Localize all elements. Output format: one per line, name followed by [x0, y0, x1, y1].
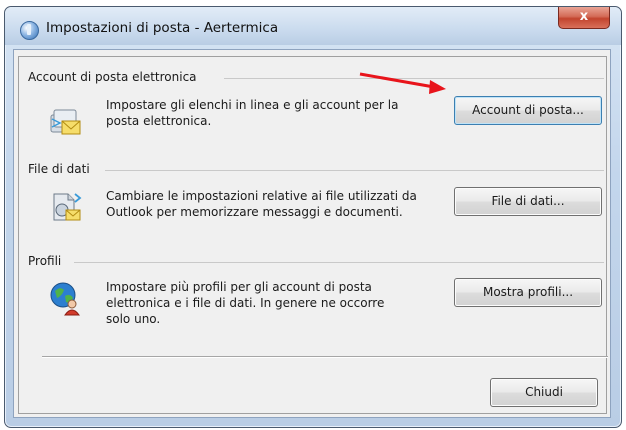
window-title: Impostazioni di posta - Aertermica — [46, 20, 279, 36]
annotation-arrow-head — [429, 80, 446, 94]
email-accounts-button[interactable]: Account di posta... — [454, 96, 602, 125]
dialog-window: Impostazioni di posta - Aertermica x Acc… — [4, 6, 622, 428]
data-files-icon — [48, 188, 84, 224]
datafiles-description-line-2: Outlook per memorizzare messaggi e docum… — [106, 205, 403, 219]
profiles-description-line-3: solo uno. — [106, 312, 161, 326]
annotation-arrow-shaft — [359, 72, 435, 89]
close-window-button[interactable]: x — [558, 7, 610, 29]
annotation-arrow — [359, 72, 446, 94]
title-bar[interactable]: Impostazioni di posta - Aertermica x — [5, 7, 621, 45]
profiles-icon — [48, 280, 84, 316]
section-label-datafiles: File di dati — [28, 162, 94, 176]
section-label-accounts: Account di posta elettronica — [28, 70, 201, 84]
close-button[interactable]: Chiudi — [490, 378, 598, 407]
section-divider-datafiles — [105, 170, 604, 171]
outlook-app-icon — [20, 21, 39, 40]
email-accounts-icon — [48, 104, 84, 140]
datafiles-description: Cambiare le impostazioni relative ai fil… — [106, 188, 417, 220]
profiles-description-line-2: elettronica e i file di dati. In genere … — [106, 296, 385, 310]
dialog-content: Account di posta elettronica Impostare g… — [13, 49, 611, 418]
profiles-description-line-1: Impostare più profili per gli account di… — [106, 280, 372, 294]
section-divider-profiles — [74, 262, 604, 263]
datafiles-description-line-1: Cambiare le impostazioni relative ai fil… — [106, 189, 417, 203]
accounts-description-line-2: posta elettronica. — [106, 114, 212, 128]
data-files-button[interactable]: File di dati... — [454, 187, 602, 216]
show-profiles-button[interactable]: Mostra profili... — [454, 278, 602, 307]
accounts-description: Impostare gli elenchi in linea e gli acc… — [106, 97, 398, 129]
profiles-description: Impostare più profili per gli account di… — [106, 279, 384, 327]
section-label-profiles: Profili — [28, 254, 66, 268]
footer-divider — [42, 356, 608, 358]
